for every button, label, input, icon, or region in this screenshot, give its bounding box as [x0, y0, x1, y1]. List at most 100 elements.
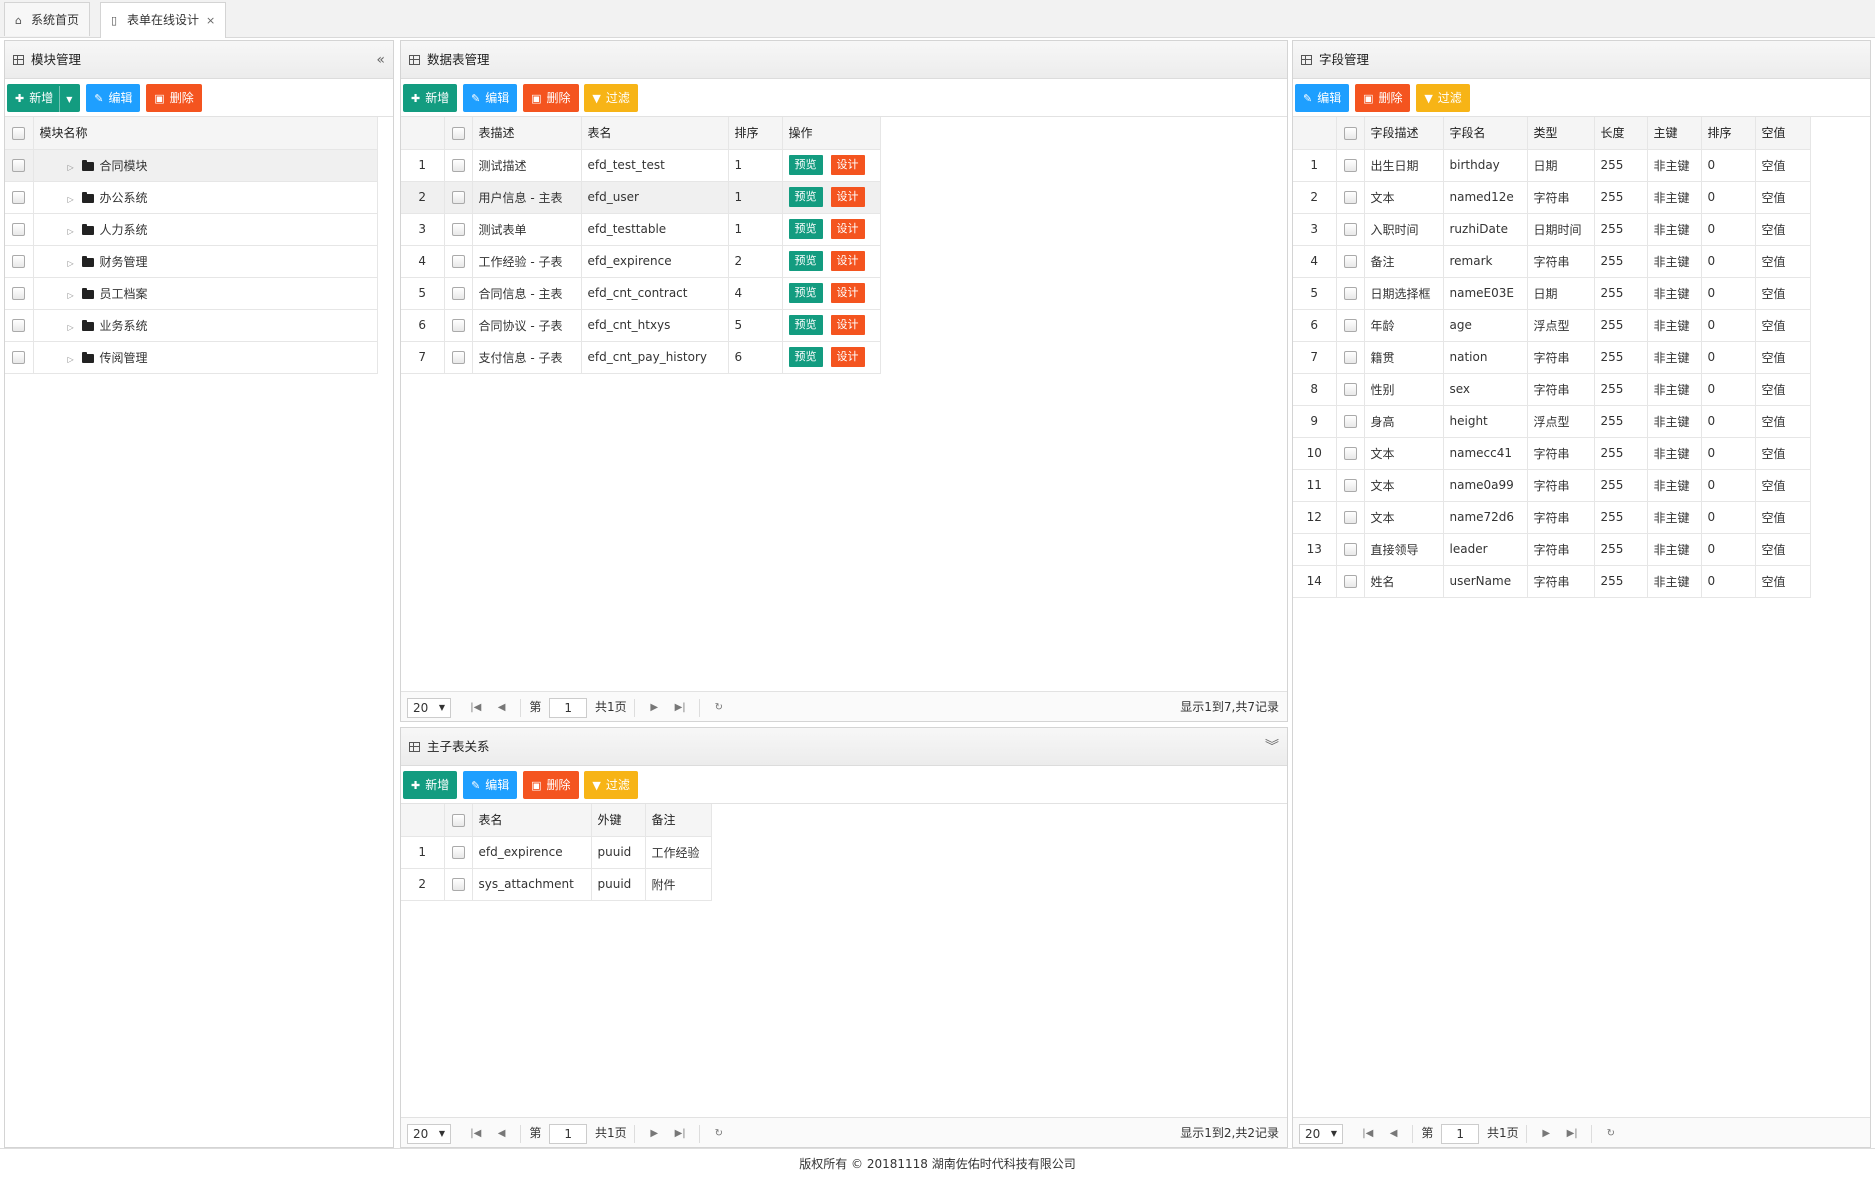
design-button[interactable]: 设计 [830, 155, 865, 175]
table-row[interactable]: 8 性别 sex 字符串 255 非主键 0 空值 [1293, 373, 1811, 406]
relation-filter-button[interactable]: ▼ 过滤 [584, 771, 638, 799]
collapse-left-icon[interactable]: « [376, 41, 385, 79]
row-checkbox[interactable] [5, 181, 34, 214]
tree-node[interactable]: ▷ 员工档案 [5, 277, 378, 310]
table-delete-button[interactable]: ▣ 删除 [523, 84, 579, 112]
table-row[interactable]: 6 合同协议 - 子表 efd_cnt_htxys 5 预览 设计 [401, 309, 881, 342]
row-checkbox[interactable] [1336, 309, 1365, 342]
close-icon[interactable]: × [206, 14, 215, 27]
next-page-icon[interactable]: ▶ [1535, 1119, 1557, 1149]
row-checkbox[interactable] [1336, 405, 1365, 438]
table-row[interactable]: 5 日期选择框 nameE03E 日期 255 非主键 0 空值 [1293, 277, 1811, 310]
row-checkbox[interactable] [444, 245, 473, 278]
select-all-checkbox[interactable] [1336, 117, 1365, 150]
relation-add-button[interactable]: ✚ 新增 [403, 771, 458, 799]
row-checkbox[interactable] [5, 341, 34, 374]
table-row[interactable]: 11 文本 name0a99 字符串 255 非主键 0 空值 [1293, 469, 1811, 502]
preview-button[interactable]: 预览 [788, 251, 823, 271]
page-size-select[interactable]: 20 ▼ [1299, 1123, 1343, 1144]
collapse-down-icon[interactable]: ︾ [1265, 728, 1279, 766]
table-row[interactable]: 4 工作经验 - 子表 efd_expirence 2 预览 设计 [401, 245, 881, 278]
tree-node[interactable]: ▷ 合同模块 [5, 149, 378, 182]
table-row[interactable]: 3 入职时间 ruzhiDate 日期时间 255 非主键 0 空值 [1293, 213, 1811, 246]
row-checkbox[interactable] [1336, 245, 1365, 278]
select-all-checkbox[interactable] [444, 117, 473, 150]
last-page-icon[interactable]: ▶| [669, 693, 691, 723]
table-row[interactable]: 4 备注 remark 字符串 255 非主键 0 空值 [1293, 245, 1811, 278]
next-page-icon[interactable]: ▶ [643, 693, 665, 723]
page-number-input[interactable]: 1 [1441, 1123, 1480, 1144]
module-edit-button[interactable]: ✎ 编辑 [86, 84, 141, 112]
row-checkbox[interactable] [1336, 373, 1365, 406]
preview-button[interactable]: 预览 [788, 219, 823, 239]
row-checkbox[interactable] [1336, 565, 1365, 598]
table-edit-button[interactable]: ✎ 编辑 [463, 84, 518, 112]
row-checkbox[interactable] [1336, 213, 1365, 246]
relation-edit-button[interactable]: ✎ 编辑 [463, 771, 518, 799]
table-row[interactable]: 7 籍贯 nation 字符串 255 非主键 0 空值 [1293, 341, 1811, 374]
design-button[interactable]: 设计 [830, 219, 865, 239]
table-row[interactable]: 9 身高 height 浮点型 255 非主键 0 空值 [1293, 405, 1811, 438]
expand-arrow-icon[interactable]: ▷ [68, 291, 78, 300]
tree-node[interactable]: ▷ 办公系统 [5, 181, 378, 214]
row-checkbox[interactable] [5, 245, 34, 278]
expand-arrow-icon[interactable]: ▷ [68, 195, 78, 204]
row-checkbox[interactable] [444, 309, 473, 342]
tab-home[interactable]: ⌂ 系统首页 [4, 2, 91, 36]
select-all-checkbox[interactable] [444, 804, 473, 837]
row-checkbox[interactable] [1336, 501, 1365, 534]
row-checkbox[interactable] [444, 868, 473, 901]
field-filter-button[interactable]: ▼ 过滤 [1416, 84, 1470, 112]
row-checkbox[interactable] [1336, 533, 1365, 566]
row-checkbox[interactable] [444, 836, 473, 869]
tree-node[interactable]: ▷ 业务系统 [5, 309, 378, 342]
preview-button[interactable]: 预览 [788, 155, 823, 175]
row-checkbox[interactable] [444, 213, 473, 246]
row-checkbox[interactable] [5, 277, 34, 310]
first-page-icon[interactable]: |◀ [1357, 1119, 1379, 1149]
next-page-icon[interactable]: ▶ [643, 1119, 665, 1149]
relation-delete-button[interactable]: ▣ 删除 [523, 771, 579, 799]
table-row[interactable]: 1 出生日期 birthday 日期 255 非主键 0 空值 [1293, 149, 1811, 182]
row-checkbox[interactable] [1336, 437, 1365, 470]
table-row[interactable]: 12 文本 name72d6 字符串 255 非主键 0 空值 [1293, 501, 1811, 534]
row-checkbox[interactable] [1336, 277, 1365, 310]
row-checkbox[interactable] [5, 309, 34, 342]
row-checkbox[interactable] [444, 149, 473, 182]
prev-page-icon[interactable]: ◀ [491, 693, 513, 723]
expand-arrow-icon[interactable]: ▷ [68, 259, 78, 268]
row-checkbox[interactable] [5, 149, 34, 182]
tree-node[interactable]: ▷ 人力系统 [5, 213, 378, 246]
table-filter-button[interactable]: ▼ 过滤 [584, 84, 638, 112]
first-page-icon[interactable]: |◀ [465, 693, 487, 723]
module-add-button[interactable]: ✚ 新增 ▼ [7, 84, 81, 114]
expand-arrow-icon[interactable]: ▷ [68, 163, 78, 172]
table-row[interactable]: 6 年龄 age 浮点型 255 非主键 0 空值 [1293, 309, 1811, 342]
expand-arrow-icon[interactable]: ▷ [68, 355, 78, 364]
row-checkbox[interactable] [1336, 341, 1365, 374]
table-row[interactable]: 2 sys_attachment puuid 附件 [401, 868, 712, 901]
expand-arrow-icon[interactable]: ▷ [68, 323, 78, 332]
last-page-icon[interactable]: ▶| [1561, 1119, 1583, 1149]
tree-node[interactable]: ▷ 财务管理 [5, 245, 378, 278]
page-size-select[interactable]: 20 ▼ [407, 697, 451, 718]
page-size-select[interactable]: 20 ▼ [407, 1123, 451, 1144]
table-row[interactable]: 5 合同信息 - 主表 efd_cnt_contract 4 预览 设计 [401, 277, 881, 310]
row-checkbox[interactable] [444, 341, 473, 374]
table-row[interactable]: 3 测试表单 efd_testtable 1 预览 设计 [401, 213, 881, 246]
refresh-icon[interactable]: ↻ [1600, 1119, 1622, 1149]
tree-node[interactable]: ▷ 传阅管理 [5, 341, 378, 374]
row-checkbox[interactable] [1336, 181, 1365, 214]
row-checkbox[interactable] [1336, 469, 1365, 502]
preview-button[interactable]: 预览 [788, 315, 823, 335]
first-page-icon[interactable]: |◀ [465, 1119, 487, 1149]
prev-page-icon[interactable]: ◀ [491, 1119, 513, 1149]
page-number-input[interactable]: 1 [549, 697, 588, 718]
preview-button[interactable]: 预览 [788, 187, 823, 207]
page-number-input[interactable]: 1 [549, 1123, 588, 1144]
table-row[interactable]: 13 直接领导 leader 字符串 255 非主键 0 空值 [1293, 533, 1811, 566]
table-row[interactable]: 14 姓名 userName 字符串 255 非主键 0 空值 [1293, 565, 1811, 598]
table-row[interactable]: 10 文本 namecc41 字符串 255 非主键 0 空值 [1293, 437, 1811, 470]
row-checkbox[interactable] [444, 277, 473, 310]
design-button[interactable]: 设计 [830, 347, 865, 367]
